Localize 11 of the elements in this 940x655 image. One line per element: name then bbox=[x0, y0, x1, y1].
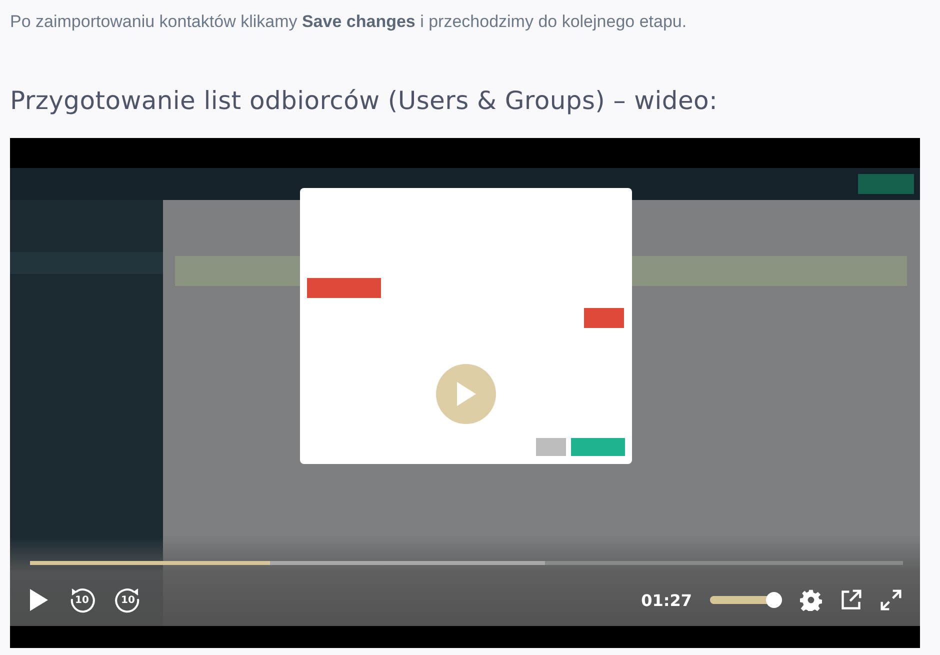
volume-slider[interactable] bbox=[710, 592, 782, 608]
rewind-button[interactable]: 10 bbox=[68, 586, 96, 614]
external-link-icon[interactable] bbox=[840, 589, 862, 611]
forward-button[interactable]: 10 bbox=[114, 586, 142, 614]
time-display: 01:27 bbox=[641, 590, 692, 610]
intro-paragraph: Po zaimportowaniu kontaktów klikamy Save changes i przechodzimy do kolejnego etapu. bbox=[10, 11, 688, 33]
section-heading: Przygotowanie list odbiorców (Users & Groups) – wideo: bbox=[10, 85, 719, 117]
play-icon bbox=[455, 381, 477, 407]
settings-icon[interactable] bbox=[800, 589, 822, 611]
fullscreen-icon[interactable] bbox=[880, 589, 902, 611]
play-button[interactable] bbox=[28, 588, 50, 612]
